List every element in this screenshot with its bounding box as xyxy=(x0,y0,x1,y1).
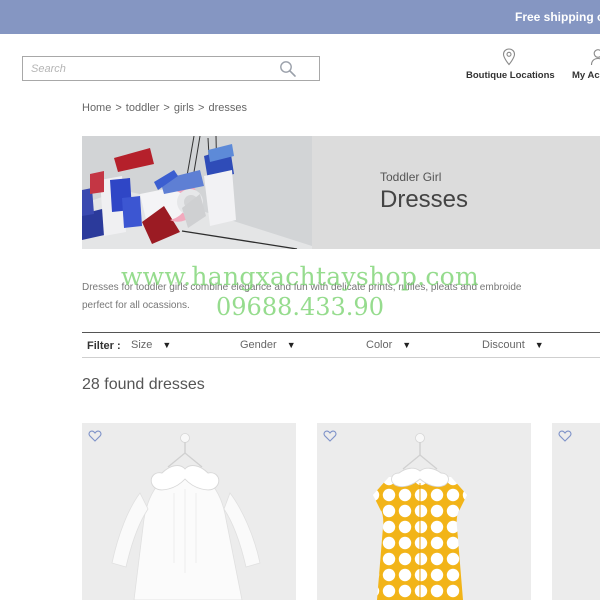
product-card[interactable] xyxy=(82,423,296,600)
my-account-label: My Ac xyxy=(572,70,600,81)
category-banner: Toddler Girl Dresses xyxy=(82,136,600,249)
filter-bar: Filter : Size ▼ Gender ▼ Color ▼ Discount ▼ xyxy=(82,332,600,358)
page-title: Dresses xyxy=(380,186,469,213)
breadcrumb-separator: > xyxy=(198,102,205,114)
boutique-locations-label: Boutique Locations xyxy=(466,70,555,81)
description-line-2: perfect for all ocassions. xyxy=(82,300,190,311)
filter-label: Filter : xyxy=(87,340,121,352)
filter-size[interactable]: Size ▼ xyxy=(131,339,171,351)
breadcrumb-separator: > xyxy=(115,102,122,114)
heart-icon[interactable] xyxy=(323,430,337,442)
heart-icon[interactable] xyxy=(88,430,102,442)
heart-icon[interactable] xyxy=(558,430,572,442)
search-icon[interactable] xyxy=(279,60,297,78)
promo-bar: Free shipping o xyxy=(0,0,600,34)
caret-down-icon: ▼ xyxy=(162,340,172,350)
product-card[interactable] xyxy=(552,423,600,600)
product-card[interactable] xyxy=(317,423,531,600)
banner-geometric-art xyxy=(82,136,312,249)
filter-size-label: Size xyxy=(131,339,153,351)
breadcrumb-toddler[interactable]: toddler xyxy=(126,102,160,114)
breadcrumb-girls[interactable]: girls xyxy=(174,102,194,114)
breadcrumb-home[interactable]: Home xyxy=(82,102,111,114)
description-line-1: Dresses for toddler girls combine elegan… xyxy=(82,282,522,293)
category-description: Dresses for toddler girls combine elegan… xyxy=(82,279,600,315)
search-input[interactable] xyxy=(23,57,273,80)
filter-color-label: Color xyxy=(366,339,393,351)
my-account-link[interactable]: My Ac xyxy=(572,48,600,81)
promo-text: Free shipping o xyxy=(515,10,600,24)
product-image xyxy=(82,423,296,600)
filter-color[interactable]: Color ▼ xyxy=(366,339,411,351)
product-image xyxy=(317,423,531,600)
boutique-locations-link[interactable]: Boutique Locations xyxy=(466,48,555,81)
location-pin-icon xyxy=(502,48,516,66)
search-box[interactable] xyxy=(22,56,320,81)
filter-discount[interactable]: Discount ▼ xyxy=(482,339,544,351)
filter-gender[interactable]: Gender ▼ xyxy=(240,339,296,351)
filter-gender-label: Gender xyxy=(240,339,277,351)
breadcrumb-current: dresses xyxy=(208,102,247,114)
filter-discount-label: Discount xyxy=(482,339,525,351)
caret-down-icon: ▼ xyxy=(286,340,296,350)
results-count: 28 found dresses xyxy=(82,376,205,393)
breadcrumb-separator: > xyxy=(163,102,170,114)
user-icon xyxy=(590,49,600,66)
caret-down-icon: ▼ xyxy=(534,340,544,350)
breadcrumb: Home > toddler > girls > dresses xyxy=(82,102,247,114)
caret-down-icon: ▼ xyxy=(402,340,412,350)
banner-subtitle: Toddler Girl xyxy=(380,170,442,184)
